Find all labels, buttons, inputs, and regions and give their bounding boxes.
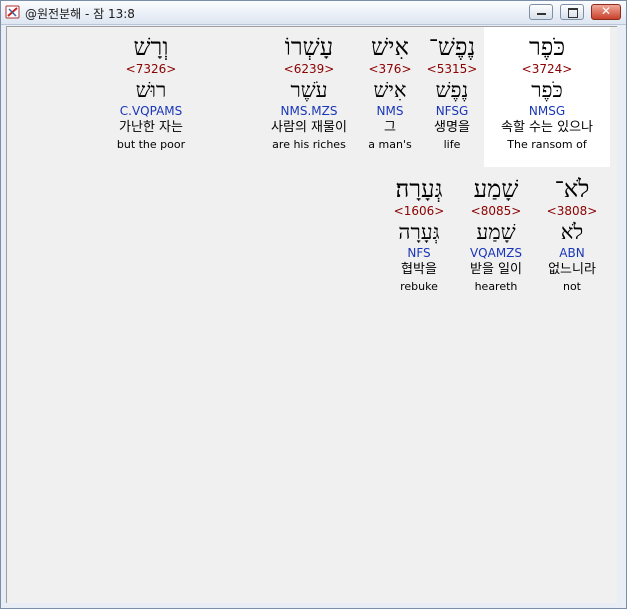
hebrew-word: שָׁמַע [473,175,519,203]
hebrew-word: אִישׁ [371,33,409,61]
morphology-code: NFS [407,246,431,260]
morphology-code: VQAMZS [469,246,523,260]
word-cell[interactable]: כֹּפֶר <3724> כֹּפֶר NMSG 속할 수는 있으나 The … [484,27,610,167]
hebrew-word: וְרָשׁ [133,33,169,61]
english-gloss: but the poor [116,138,186,151]
english-gloss: life [443,138,461,151]
korean-gloss: 받을 일이 [470,262,522,277]
morphology-code: C.VQPAMS [119,104,183,118]
window-title: @원전분해 - 잠 13:8 [25,7,135,21]
strong-number[interactable]: <3724> [484,61,610,77]
hebrew-lemma: אִישׁ [373,78,407,102]
hebrew-word: לֹא־ [554,175,590,203]
korean-gloss: 협박을 [401,262,437,277]
maximize-button[interactable] [560,4,584,20]
english-gloss: a man's [368,138,412,151]
hebrew-word: גְּעָרָה׃ [395,175,443,203]
morphology-code: ABN [559,246,585,260]
strong-number[interactable]: <376> [363,61,417,77]
word-cell[interactable]: וְרָשׁ <7326> רוּשׁ C.VQPAMS 가난한 자는 but … [105,27,197,167]
hebrew-lemma: לֹא [560,220,584,244]
korean-gloss: 속할 수는 있으나 [501,120,593,135]
english-gloss: The ransom of [507,138,587,151]
strong-number[interactable]: <8085> [459,203,533,219]
hebrew-lemma: כֹּפֶר [531,78,563,102]
word-cell[interactable]: נֶפֶשׁ־ <5315> נֶפֶשׁ NFSG 생명을 life [421,27,483,167]
word-cell[interactable]: לֹא־ <3808> לֹא ABN 없느니라 not [537,169,607,309]
strong-number[interactable]: <6239> [259,61,359,77]
app-icon [5,5,20,19]
strong-number[interactable]: <3808> [537,203,607,219]
korean-gloss: 없느니라 [548,262,596,277]
app-window: @원전분해 - 잠 13:8 ✕ כֹּפֶר <3724> כֹּפֶר NM… [0,0,627,609]
korean-gloss: 사람의 재물이 [271,120,347,135]
close-icon: ✕ [600,4,612,18]
hebrew-lemma: נֶפֶשׁ [435,78,469,102]
strong-number[interactable]: <7326> [105,61,197,77]
korean-gloss: 생명을 [434,120,470,135]
hebrew-lemma: רוּשׁ [135,78,167,102]
hebrew-lemma: גְּעָרָה [398,220,440,244]
morphology-code: NMS.MZS [280,104,338,118]
english-gloss: rebuke [400,280,438,293]
morphology-code: NMSG [528,104,566,118]
word-cell[interactable]: אִישׁ <376> אִישׁ NMS 그 a man's [363,27,417,167]
minimize-icon [537,13,546,15]
title-bar[interactable]: @원전분해 - 잠 13:8 ✕ [1,1,626,25]
english-gloss: not [562,280,581,293]
hebrew-word: כֹּפֶר [528,33,566,61]
morphology-code: NMS [376,104,404,118]
hebrew-word: עָשְׁרוֹ [284,33,334,61]
word-cell[interactable]: שָׁמַע <8085> שָׁמַע VQAMZS 받을 일이 hearet… [459,169,533,309]
english-gloss: heareth [474,280,518,293]
hebrew-lemma: שָׁמַע [476,220,516,244]
word-analysis-panel: כֹּפֶר <3724> כֹּפֶר NMSG 속할 수는 있으나 The … [6,26,617,603]
hebrew-lemma: עֹשֶׁר [290,78,328,102]
strong-number[interactable]: <5315> [421,61,483,77]
morphology-code: NFSG [435,104,469,118]
word-cell[interactable]: עָשְׁרוֹ <6239> עֹשֶׁר NMS.MZS 사람의 재물이 a… [259,27,359,167]
strong-number[interactable]: <1606> [385,203,453,219]
minimize-button[interactable] [529,4,553,20]
english-gloss: are his riches [272,138,346,151]
korean-gloss: 가난한 자는 [119,120,183,135]
hebrew-word: נֶפֶשׁ־ [428,33,476,61]
word-cell[interactable]: גְּעָרָה׃ <1606> גְּעָרָה NFS 협박을 rebuke [385,169,453,309]
korean-gloss: 그 [384,120,396,135]
close-button[interactable]: ✕ [591,4,621,20]
maximize-icon [568,8,578,18]
